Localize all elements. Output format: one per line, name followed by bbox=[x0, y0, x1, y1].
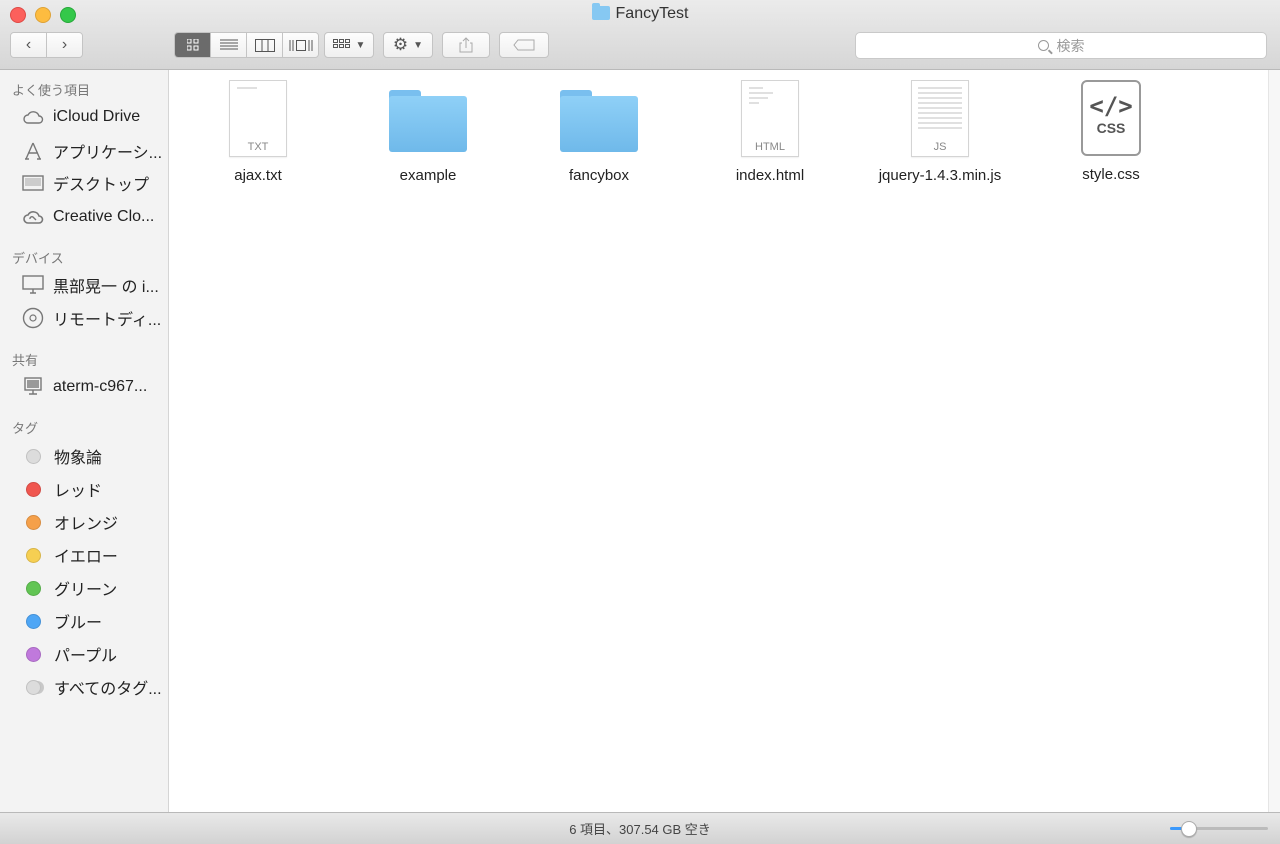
file-name: example bbox=[399, 167, 457, 184]
share-icon bbox=[459, 37, 473, 53]
file-item[interactable]: HTML index.html bbox=[700, 80, 840, 184]
sidebar-item-aterm[interactable]: aterm-c967... bbox=[22, 375, 164, 399]
icon-size-slider[interactable] bbox=[1170, 821, 1268, 837]
imac-icon bbox=[22, 275, 44, 295]
sidebar-item-remote-disc[interactable]: リモートディ... bbox=[22, 306, 164, 330]
tags-header: タグ bbox=[12, 421, 39, 436]
icon-view-button[interactable] bbox=[175, 33, 211, 57]
shared-header: 共有 bbox=[12, 353, 39, 368]
window-title: FancyTest bbox=[0, 3, 1280, 23]
group-grid-icon bbox=[332, 39, 350, 48]
all-tags-icon bbox=[26, 679, 41, 695]
file-item[interactable]: </> CSS style.css bbox=[1041, 80, 1181, 183]
tag-color-icon bbox=[26, 481, 41, 497]
sidebar-tag-item[interactable]: レッド bbox=[22, 477, 164, 501]
share-button[interactable] bbox=[442, 32, 490, 58]
sidebar-item-all-tags[interactable]: すべてのタグ... bbox=[22, 675, 164, 699]
tag-color-icon bbox=[26, 448, 41, 464]
scroll-track bbox=[1268, 70, 1280, 812]
file-name: jquery-1.4.3.min.js bbox=[878, 167, 1002, 184]
devices-header: デバイス bbox=[12, 251, 64, 266]
list-icon bbox=[219, 39, 238, 50]
view-mode-control bbox=[174, 32, 319, 58]
search-placeholder: 検索 bbox=[1056, 37, 1085, 54]
folder-icon bbox=[389, 90, 467, 152]
chevron-left-icon: ‹ bbox=[25, 36, 32, 53]
search-icon bbox=[1037, 40, 1049, 51]
file-name: index.html bbox=[735, 167, 805, 184]
sidebar-item-desktop[interactable]: デスクトップ bbox=[22, 171, 164, 195]
creative-cloud-icon bbox=[22, 207, 44, 227]
folder-item[interactable]: fancybox bbox=[529, 80, 669, 184]
html-document-icon: HTML bbox=[741, 80, 799, 157]
folder-icon bbox=[560, 90, 638, 152]
sidebar-item-label: デスクトップ bbox=[53, 177, 150, 194]
sidebar-item-imac[interactable]: 黒部晃一 の i... bbox=[22, 273, 164, 297]
sidebar-tag-item[interactable]: グリーン bbox=[22, 576, 164, 600]
sidebar: よく使う項目 iCloud Drive アプリケーシ... デスクトップ Cre… bbox=[0, 70, 169, 812]
sidebar-tag-item[interactable]: 物象論 bbox=[22, 444, 164, 468]
sidebar-item-label: iCloud Drive bbox=[53, 108, 141, 125]
cover-flow-view-button[interactable] bbox=[283, 33, 318, 57]
sidebar-item-icloud-drive[interactable]: iCloud Drive bbox=[22, 105, 164, 129]
forward-button[interactable]: › bbox=[47, 33, 82, 57]
applications-icon bbox=[22, 141, 44, 161]
file-item[interactable]: JS jquery-1.4.3.min.js bbox=[870, 80, 1010, 184]
list-view-button[interactable] bbox=[211, 33, 247, 57]
desktop-icon bbox=[22, 173, 44, 193]
cloud-icon bbox=[22, 107, 44, 127]
sidebar-tag-item[interactable]: ブルー bbox=[22, 609, 164, 633]
action-button[interactable]: ⚙ ▼ bbox=[383, 32, 433, 58]
gear-icon: ⚙ bbox=[392, 35, 409, 54]
sidebar-item-label: Creative Clo... bbox=[53, 208, 155, 225]
slider-knob[interactable] bbox=[1180, 821, 1197, 837]
sidebar-tag-item[interactable]: イエロー bbox=[22, 543, 164, 567]
css-document-icon: </> CSS bbox=[1081, 80, 1141, 156]
sidebar-tag-item[interactable]: オレンジ bbox=[22, 510, 164, 534]
sidebar-item-label: リモートディ... bbox=[53, 312, 162, 329]
javascript-document-icon: JS bbox=[911, 80, 969, 157]
finder-window: FancyTest ‹ › ▼ ⚙ ▼ 検索 よく使う項目 iCloud Dri… bbox=[0, 0, 1280, 844]
icon-grid-icon bbox=[186, 39, 198, 51]
tag-color-icon bbox=[26, 580, 41, 596]
sidebar-item-applications[interactable]: アプリケーシ... bbox=[22, 139, 164, 163]
tag-icon bbox=[513, 39, 535, 51]
file-name: ajax.txt bbox=[234, 167, 282, 184]
back-button[interactable]: ‹ bbox=[11, 33, 47, 57]
back-forward-control: ‹ › bbox=[10, 32, 83, 58]
sidebar-item-label: アプリケーシ... bbox=[53, 145, 163, 162]
column-view-button[interactable] bbox=[247, 33, 283, 57]
sidebar-tag-item[interactable]: パープル bbox=[22, 642, 164, 666]
tag-color-icon bbox=[26, 514, 41, 530]
chevron-right-icon: › bbox=[61, 36, 68, 53]
folder-icon bbox=[591, 3, 610, 20]
sidebar-item-creative-cloud[interactable]: Creative Clo... bbox=[22, 205, 164, 229]
text-document-icon: TXT bbox=[229, 80, 287, 157]
folder-item[interactable]: example bbox=[358, 80, 498, 184]
file-item[interactable]: TXT ajax.txt bbox=[188, 80, 328, 184]
cover-flow-icon bbox=[289, 39, 312, 51]
toolbar: FancyTest ‹ › ▼ ⚙ ▼ 検索 bbox=[0, 0, 1280, 70]
status-bar: 6 項目、307.54 GB 空き bbox=[0, 812, 1280, 844]
tag-color-icon bbox=[26, 547, 41, 563]
arrange-button[interactable]: ▼ bbox=[324, 32, 374, 58]
sidebar-item-label: aterm-c967... bbox=[53, 378, 148, 395]
sidebar-item-label: 黒部晃一 の i... bbox=[53, 279, 159, 296]
file-name: fancybox bbox=[568, 167, 630, 184]
tag-color-icon bbox=[26, 646, 41, 662]
disc-icon bbox=[22, 307, 44, 329]
search-field[interactable]: 検索 bbox=[855, 32, 1267, 59]
columns-icon bbox=[254, 38, 275, 52]
network-computer-icon bbox=[22, 377, 44, 397]
file-name: style.css bbox=[1082, 166, 1140, 183]
chevron-down-icon: ▼ bbox=[355, 39, 366, 51]
edit-tags-button[interactable] bbox=[499, 32, 549, 58]
tag-color-icon bbox=[26, 613, 41, 629]
favorites-header: よく使う項目 bbox=[12, 83, 91, 98]
status-text: 6 項目、307.54 GB 空き bbox=[569, 822, 711, 837]
chevron-down-icon: ▼ bbox=[413, 39, 424, 51]
